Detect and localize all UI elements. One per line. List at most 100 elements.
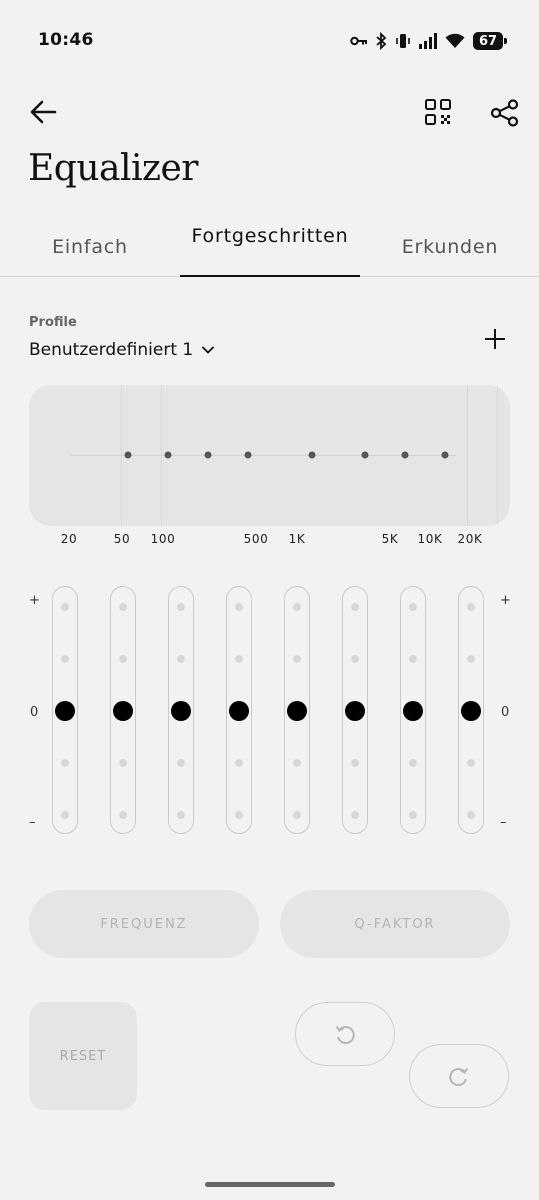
slider-step-dot: [177, 759, 185, 767]
slider-step-dot: [293, 811, 301, 819]
tab-advanced[interactable]: Fortgeschritten: [180, 222, 360, 251]
reset-button[interactable]: RESET: [29, 1002, 137, 1110]
redo-button[interactable]: [409, 1044, 509, 1108]
slider-step-dot: [177, 603, 185, 611]
share-icon: [490, 99, 519, 127]
band-slider-3[interactable]: [168, 586, 194, 834]
tab-explore[interactable]: Erkunden: [390, 236, 510, 258]
qr-code-button[interactable]: [424, 98, 452, 126]
band-slider-5[interactable]: [284, 586, 310, 834]
slider-step-dot: [235, 811, 243, 819]
slider-knob[interactable]: [345, 701, 365, 721]
profile-dropdown[interactable]: Benutzerdefiniert 1: [29, 340, 215, 360]
slider-knob[interactable]: [55, 701, 75, 721]
graph-band-point: [124, 451, 132, 459]
frequency-label: 20: [60, 532, 78, 546]
tab-simple[interactable]: Einfach: [30, 236, 150, 258]
signal-icon: [419, 33, 437, 49]
slider-step-dot: [409, 759, 417, 767]
slider-step-dot: [235, 759, 243, 767]
frequency-label: 50: [113, 532, 131, 546]
frequency-label: 5K: [381, 532, 399, 546]
slider-knob[interactable]: [461, 701, 481, 721]
page-title: Equalizer: [28, 148, 198, 189]
qr-code-icon: [425, 99, 451, 125]
profile-selected-value: Benutzerdefiniert 1: [29, 340, 194, 360]
slider-knob[interactable]: [171, 701, 191, 721]
slider-knob[interactable]: [287, 701, 307, 721]
slider-step-dot: [467, 655, 475, 663]
gain-minus-label-right: –: [500, 815, 507, 830]
graph-band-point: [361, 451, 369, 459]
eq-curve-graph: [29, 385, 510, 526]
battery-icon: 67: [473, 32, 507, 50]
frequency-label: 100: [150, 532, 176, 546]
slider-step-dot: [61, 655, 69, 663]
slider-step-dot: [409, 603, 417, 611]
slider-step-dot: [177, 655, 185, 663]
slider-knob[interactable]: [229, 701, 249, 721]
gain-zero-label-left: 0: [30, 705, 39, 720]
graph-band-point: [204, 451, 212, 459]
band-slider-2[interactable]: [110, 586, 136, 834]
wifi-icon: [445, 33, 465, 48]
slider-step-dot: [467, 759, 475, 767]
graph-gridline: [497, 385, 498, 526]
undo-icon: [335, 1025, 355, 1044]
slider-step-dot: [293, 655, 301, 663]
band-slider-8[interactable]: [458, 586, 484, 834]
band-slider-4[interactable]: [226, 586, 252, 834]
slider-step-dot: [351, 655, 359, 663]
slider-step-dot: [293, 759, 301, 767]
slider-step-dot: [119, 603, 127, 611]
graph-band-point: [164, 451, 172, 459]
slider-knob[interactable]: [113, 701, 133, 721]
status-icons: 67: [350, 30, 507, 52]
back-button[interactable]: [28, 96, 60, 128]
slider-step-dot: [61, 759, 69, 767]
tab-active-indicator: [180, 275, 360, 277]
frequency-label: 1K: [288, 532, 306, 546]
slider-step-dot: [61, 603, 69, 611]
frequency-button[interactable]: FREQUENZ: [29, 890, 259, 958]
graph-band-point: [244, 451, 252, 459]
band-slider-1[interactable]: [52, 586, 78, 834]
frequency-label: 10K: [417, 532, 443, 546]
plus-icon: [485, 329, 505, 349]
gain-plus-label-right: +: [500, 593, 511, 608]
graph-gridline: [467, 385, 468, 526]
chevron-down-icon: [202, 346, 215, 354]
slider-step-dot: [235, 655, 243, 663]
slider-step-dot: [293, 603, 301, 611]
slider-step-dot: [467, 811, 475, 819]
share-button[interactable]: [490, 98, 520, 128]
graph-band-point: [401, 451, 409, 459]
band-slider-6[interactable]: [342, 586, 368, 834]
slider-step-dot: [351, 759, 359, 767]
slider-step-dot: [409, 811, 417, 819]
slider-step-dot: [409, 655, 417, 663]
slider-step-dot: [351, 811, 359, 819]
add-profile-button[interactable]: [484, 328, 506, 350]
slider-knob[interactable]: [403, 701, 423, 721]
vibrate-icon: [396, 34, 410, 48]
frequency-label: 20K: [457, 532, 483, 546]
bluetooth-icon: [376, 32, 387, 50]
redo-icon: [449, 1067, 469, 1086]
gain-zero-label-right: 0: [501, 705, 510, 720]
gain-plus-label-left: +: [29, 593, 40, 608]
slider-step-dot: [61, 811, 69, 819]
slider-step-dot: [467, 603, 475, 611]
slider-step-dot: [235, 603, 243, 611]
arrow-left-icon: [30, 100, 57, 124]
undo-button[interactable]: [295, 1002, 395, 1066]
key-icon: [350, 36, 367, 46]
band-slider-7[interactable]: [400, 586, 426, 834]
gain-minus-label-left: –: [29, 815, 36, 830]
slider-step-dot: [119, 811, 127, 819]
profile-label: Profile: [29, 315, 77, 330]
slider-step-dot: [119, 759, 127, 767]
q-factor-button[interactable]: Q-FAKTOR: [280, 890, 510, 958]
slider-step-dot: [177, 811, 185, 819]
graph-band-point: [441, 451, 449, 459]
